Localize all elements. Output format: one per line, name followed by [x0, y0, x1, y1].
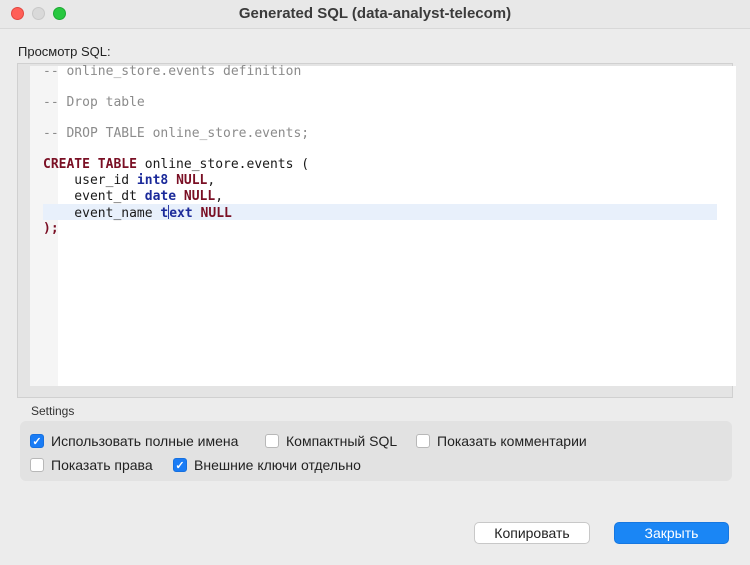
option-label: Внешние ключи отдельно	[194, 457, 361, 473]
code-keyword: NULL	[176, 173, 208, 188]
checkbox-checked-icon[interactable]: ✓	[30, 434, 44, 448]
code-keyword: NULL	[200, 206, 232, 221]
code-keyword: NULL	[183, 189, 216, 204]
code-line: event_dt date NULL,	[43, 189, 223, 205]
checkbox-checked-icon[interactable]: ✓	[173, 458, 187, 472]
code-comment: -- Drop table	[43, 95, 145, 110]
code-keyword: CREATE TABLE	[43, 157, 137, 172]
code-line: -- DROP TABLE online_store.events;	[43, 126, 309, 142]
option-show-comments[interactable]: Показать комментарии	[416, 433, 587, 449]
code-type: t	[160, 206, 169, 221]
option-label: Показать права	[51, 457, 153, 473]
code-comment: -- online_store.events definition	[43, 64, 302, 79]
code-text: ,	[215, 189, 224, 204]
checkbox-unchecked-icon[interactable]	[30, 458, 44, 472]
option-compact-sql[interactable]: Компактный SQL	[265, 433, 397, 449]
code-type: date	[144, 189, 177, 204]
code-comment: -- DROP TABLE online_store.events;	[43, 126, 310, 141]
code-line: user_id int8 NULL,	[43, 173, 215, 189]
checkbox-unchecked-icon[interactable]	[416, 434, 430, 448]
code-line: -- Drop table	[43, 95, 145, 111]
code-line: event_name text NULL	[43, 205, 232, 221]
copy-button[interactable]: Копировать	[474, 522, 590, 544]
option-foreign-keys-separately[interactable]: ✓ Внешние ключи отдельно	[173, 457, 361, 473]
option-label: Показать комментарии	[437, 433, 587, 449]
code-text: );	[43, 221, 59, 236]
option-label: Компактный SQL	[286, 433, 398, 449]
code-line: -- online_store.events definition	[43, 64, 301, 80]
option-full-names[interactable]: ✓ Использовать полные имена	[30, 433, 238, 449]
sql-editor-frame	[17, 63, 736, 398]
window-title: Generated SQL (data-analyst-telecom)	[238, 5, 512, 22]
code-type: ext	[169, 206, 193, 221]
code-type: int8	[136, 173, 169, 188]
sql-editor[interactable]	[58, 66, 736, 386]
title-bar: Generated SQL (data-analyst-telecom)	[0, 0, 750, 29]
code-text: user_id	[43, 173, 137, 188]
option-label: Использовать полные имена	[51, 433, 239, 449]
code-line: );	[43, 221, 59, 237]
close-button[interactable]: Закрыть	[614, 522, 729, 544]
code-text: ,	[207, 173, 216, 188]
option-show-permissions[interactable]: Показать права	[30, 457, 153, 473]
code-text: event_name	[43, 206, 161, 221]
code-text: event_dt	[43, 189, 145, 204]
settings-label: Settings	[31, 404, 75, 418]
code-text: online_store.events (	[136, 157, 310, 172]
checkbox-unchecked-icon[interactable]	[265, 434, 279, 448]
sql-preview-label: Просмотр SQL:	[18, 44, 111, 59]
code-line: CREATE TABLE online_store.events (	[43, 157, 309, 173]
